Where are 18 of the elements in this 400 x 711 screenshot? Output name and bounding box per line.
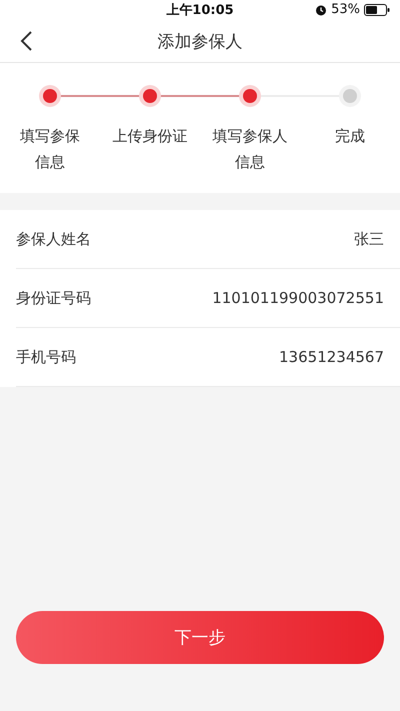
field-label: 身份证号码 (16, 288, 91, 308)
step-label: 信息 (35, 152, 65, 173)
step-label: 填写参保 (20, 126, 80, 147)
step-label: 完成 (335, 126, 365, 147)
battery-icon (364, 4, 390, 16)
field-value: 110101199003072551 (212, 289, 384, 307)
status-time: 上午10:05 (166, 2, 234, 19)
field-label: 参保人姓名 (16, 230, 91, 248)
step-label: 填写参保人 (212, 126, 288, 147)
alarm-icon (315, 4, 328, 16)
step-label: 信息 (235, 152, 265, 173)
field-value: 张三 (354, 230, 384, 248)
field-label: 手机号码 (16, 348, 76, 366)
battery-percent: 53% (331, 2, 360, 17)
step-label: 上传身份证 (112, 126, 188, 147)
next-button[interactable]: 下一步 (16, 611, 384, 664)
page-title: 添加参保人 (158, 30, 242, 52)
field-value: 13651234567 (279, 348, 384, 366)
